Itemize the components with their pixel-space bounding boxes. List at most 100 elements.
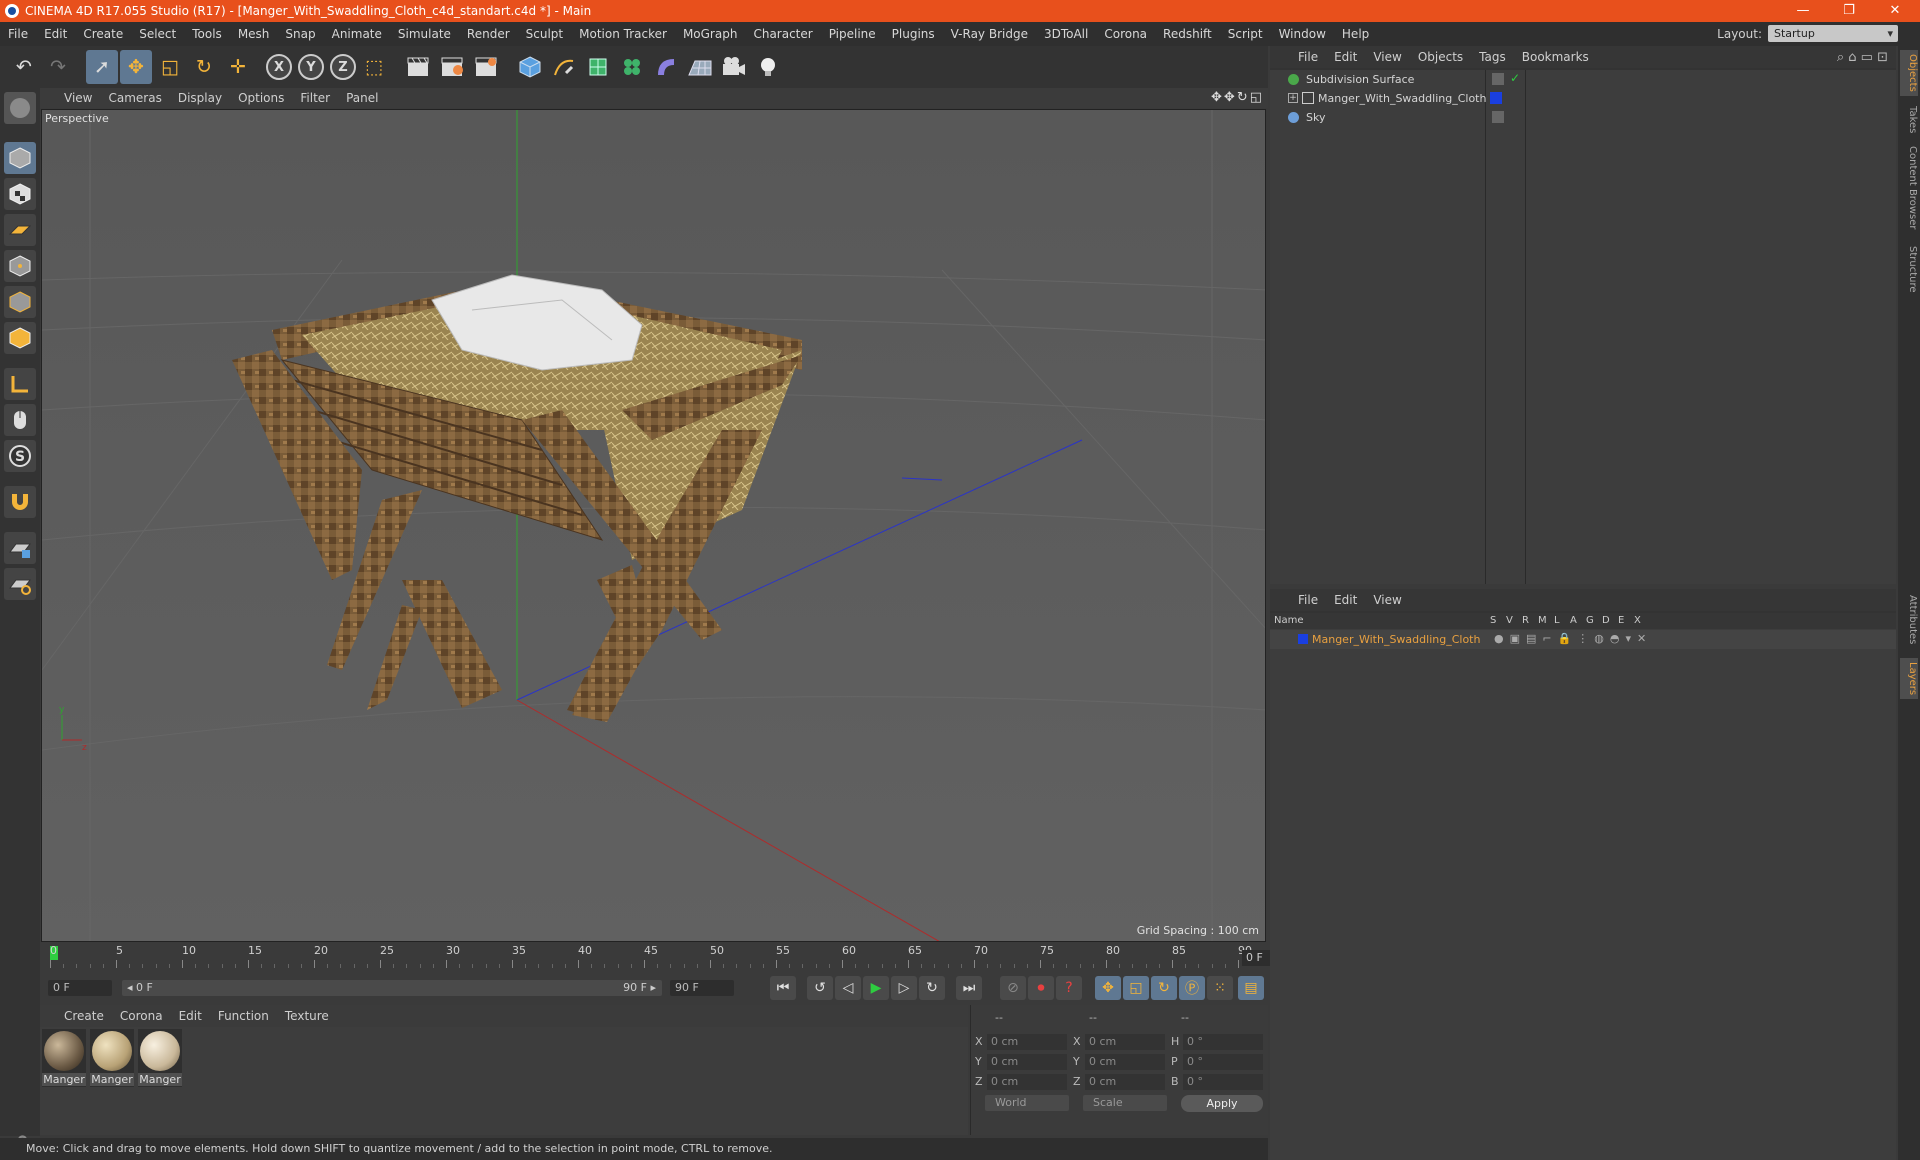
size-y-field[interactable]: 0 cm xyxy=(1085,1054,1165,1070)
rotation-key-button[interactable]: ↻ xyxy=(1151,976,1177,1000)
menu-edit[interactable]: Edit xyxy=(36,27,75,41)
close-button[interactable]: ✕ xyxy=(1872,0,1918,22)
viewport-menu-view[interactable]: View xyxy=(56,91,100,105)
menu-tools[interactable]: Tools xyxy=(184,27,230,41)
layers-menu-view[interactable]: View xyxy=(1365,593,1409,607)
tab-content-browser[interactable]: Content Browser xyxy=(1900,142,1918,233)
menu-select[interactable]: Select xyxy=(131,27,184,41)
record-keys-button[interactable]: ⊘ xyxy=(1000,976,1026,1000)
add-cube-button[interactable] xyxy=(514,50,546,84)
object-manager-search-icon[interactable]: ⌕ ⌂ ▭ ⊡ xyxy=(1837,50,1888,65)
menu-3dtoall[interactable]: 3DToAll xyxy=(1036,27,1096,41)
point-level-key-button[interactable]: ⁙ xyxy=(1207,976,1233,1000)
add-environment-button[interactable] xyxy=(684,50,716,84)
layer-col-expressions[interactable]: E xyxy=(1618,615,1624,626)
menu-pipeline[interactable]: Pipeline xyxy=(821,27,884,41)
magnet-button[interactable] xyxy=(4,486,36,518)
position-key-button[interactable]: ✥ xyxy=(1095,976,1121,1000)
go-to-end-button[interactable]: ⏭ xyxy=(956,976,982,1000)
z-axis-lock-button[interactable]: Z xyxy=(330,54,356,80)
texture-mode-button[interactable] xyxy=(4,178,36,210)
axis-mode-button[interactable] xyxy=(4,368,36,400)
3d-viewport[interactable]: y z Perspective Grid Spacing : 100 cm xyxy=(41,109,1266,942)
objects-menu-bookmarks[interactable]: Bookmarks xyxy=(1514,50,1597,64)
menu-simulate[interactable]: Simulate xyxy=(390,27,459,41)
polygons-mode-button[interactable] xyxy=(4,322,36,354)
menu-plugins[interactable]: Plugins xyxy=(884,27,943,41)
viewport-menu-cameras[interactable]: Cameras xyxy=(100,91,169,105)
planar-workplane-button[interactable] xyxy=(4,568,36,600)
coordinate-system-button[interactable]: ⬚ xyxy=(358,50,390,84)
material-menu-texture[interactable]: Texture xyxy=(277,1009,337,1023)
enabled-check-icon[interactable]: ✓ xyxy=(1510,71,1520,85)
material-menu-function[interactable]: Function xyxy=(210,1009,277,1023)
visibility-toggle[interactable] xyxy=(1492,111,1504,123)
rotate-tool-button[interactable]: ↻ xyxy=(188,50,220,84)
menu-mesh[interactable]: Mesh xyxy=(230,27,278,41)
material-swatch[interactable]: Manger xyxy=(138,1029,182,1087)
menu-redshift[interactable]: Redshift xyxy=(1155,27,1220,41)
layer-col-deformers[interactable]: D xyxy=(1602,615,1610,626)
layers-menu-file[interactable]: File xyxy=(1290,593,1326,607)
next-frame-button[interactable]: ▷ xyxy=(891,976,917,1000)
workplane-mode-button[interactable] xyxy=(4,214,36,246)
add-generator-button[interactable] xyxy=(582,50,614,84)
visibility-toggle[interactable] xyxy=(1492,73,1504,85)
menu-window[interactable]: Window xyxy=(1271,27,1334,41)
material-menu-create[interactable]: Create xyxy=(56,1009,112,1023)
timeline-window-button[interactable]: ▤ xyxy=(1238,976,1264,1000)
layer-col-generators[interactable]: G xyxy=(1586,615,1594,626)
rot-b-field[interactable]: 0 ° xyxy=(1183,1074,1263,1090)
y-axis-lock-button[interactable]: Y xyxy=(298,54,324,80)
viewport-navigation-icons[interactable]: ✥✥↻◱ xyxy=(1211,90,1264,105)
tab-objects[interactable]: Objects xyxy=(1900,50,1918,96)
undo-button[interactable]: ↶ xyxy=(8,50,40,84)
move-tool-button[interactable]: ✥ xyxy=(120,50,152,84)
add-deformer-button[interactable] xyxy=(650,50,682,84)
tab-layers[interactable]: Layers xyxy=(1900,658,1918,700)
rot-h-field[interactable]: 0 ° xyxy=(1183,1034,1263,1050)
next-key-button[interactable]: ↻ xyxy=(919,976,945,1000)
material-swatch[interactable]: Manger xyxy=(90,1029,134,1087)
previous-key-button[interactable]: ↺ xyxy=(807,976,833,1000)
layer-col-xref[interactable]: X xyxy=(1634,615,1641,626)
menu-snap[interactable]: Snap xyxy=(277,27,323,41)
menu-animate[interactable]: Animate xyxy=(324,27,390,41)
objects-menu-file[interactable]: File xyxy=(1290,50,1326,64)
play-button[interactable]: ▶ xyxy=(863,976,889,1000)
rot-p-field[interactable]: 0 ° xyxy=(1183,1054,1263,1070)
coordinate-space-dropdown[interactable]: World xyxy=(985,1095,1069,1111)
locked-workplane-button[interactable] xyxy=(4,532,36,564)
scale-tool-button[interactable]: ◱ xyxy=(154,50,186,84)
timeline-ruler[interactable]: 051015202530354045505560657075808590 0 F xyxy=(40,942,1306,970)
viewport-menu-panel[interactable]: Panel xyxy=(338,91,386,105)
layer-color-swatch[interactable] xyxy=(1298,634,1308,644)
menu-character[interactable]: Character xyxy=(745,27,820,41)
previous-frame-button[interactable]: ◁ xyxy=(835,976,861,1000)
menu-render[interactable]: Render xyxy=(459,27,518,41)
material-menu-corona[interactable]: Corona xyxy=(112,1009,171,1023)
keyframe-selection-button[interactable]: ? xyxy=(1056,976,1082,1000)
transform-tool-button[interactable]: ✛ xyxy=(222,50,254,84)
object-row[interactable]: Sky xyxy=(1270,108,1896,127)
layers-menu-edit[interactable]: Edit xyxy=(1326,593,1365,607)
material-swatch[interactable]: Manger xyxy=(42,1029,86,1087)
pos-y-field[interactable]: 0 cm xyxy=(987,1054,1067,1070)
menu-vray-bridge[interactable]: V-Ray Bridge xyxy=(943,27,1036,41)
menu-mograph[interactable]: MoGraph xyxy=(675,27,746,41)
tab-takes[interactable]: Takes xyxy=(1900,102,1918,137)
snap-button[interactable]: S xyxy=(4,440,36,472)
points-mode-button[interactable] xyxy=(4,250,36,282)
start-frame-field[interactable]: 0 F xyxy=(48,980,112,996)
pos-z-field[interactable]: 0 cm xyxy=(987,1074,1067,1090)
size-x-field[interactable]: 0 cm xyxy=(1085,1034,1165,1050)
end-frame-field[interactable]: 90 F xyxy=(670,980,734,996)
tab-attributes[interactable]: Attributes xyxy=(1900,591,1918,648)
scale-key-button[interactable]: ◱ xyxy=(1123,976,1149,1000)
size-z-field[interactable]: 0 cm xyxy=(1085,1074,1165,1090)
expand-icon[interactable]: + xyxy=(1288,93,1298,103)
layer-col-solo[interactable]: S xyxy=(1490,615,1496,626)
parameter-key-button[interactable]: Ⓟ xyxy=(1179,976,1205,1000)
render-settings-button[interactable] xyxy=(470,50,502,84)
material-menu-edit[interactable]: Edit xyxy=(171,1009,210,1023)
